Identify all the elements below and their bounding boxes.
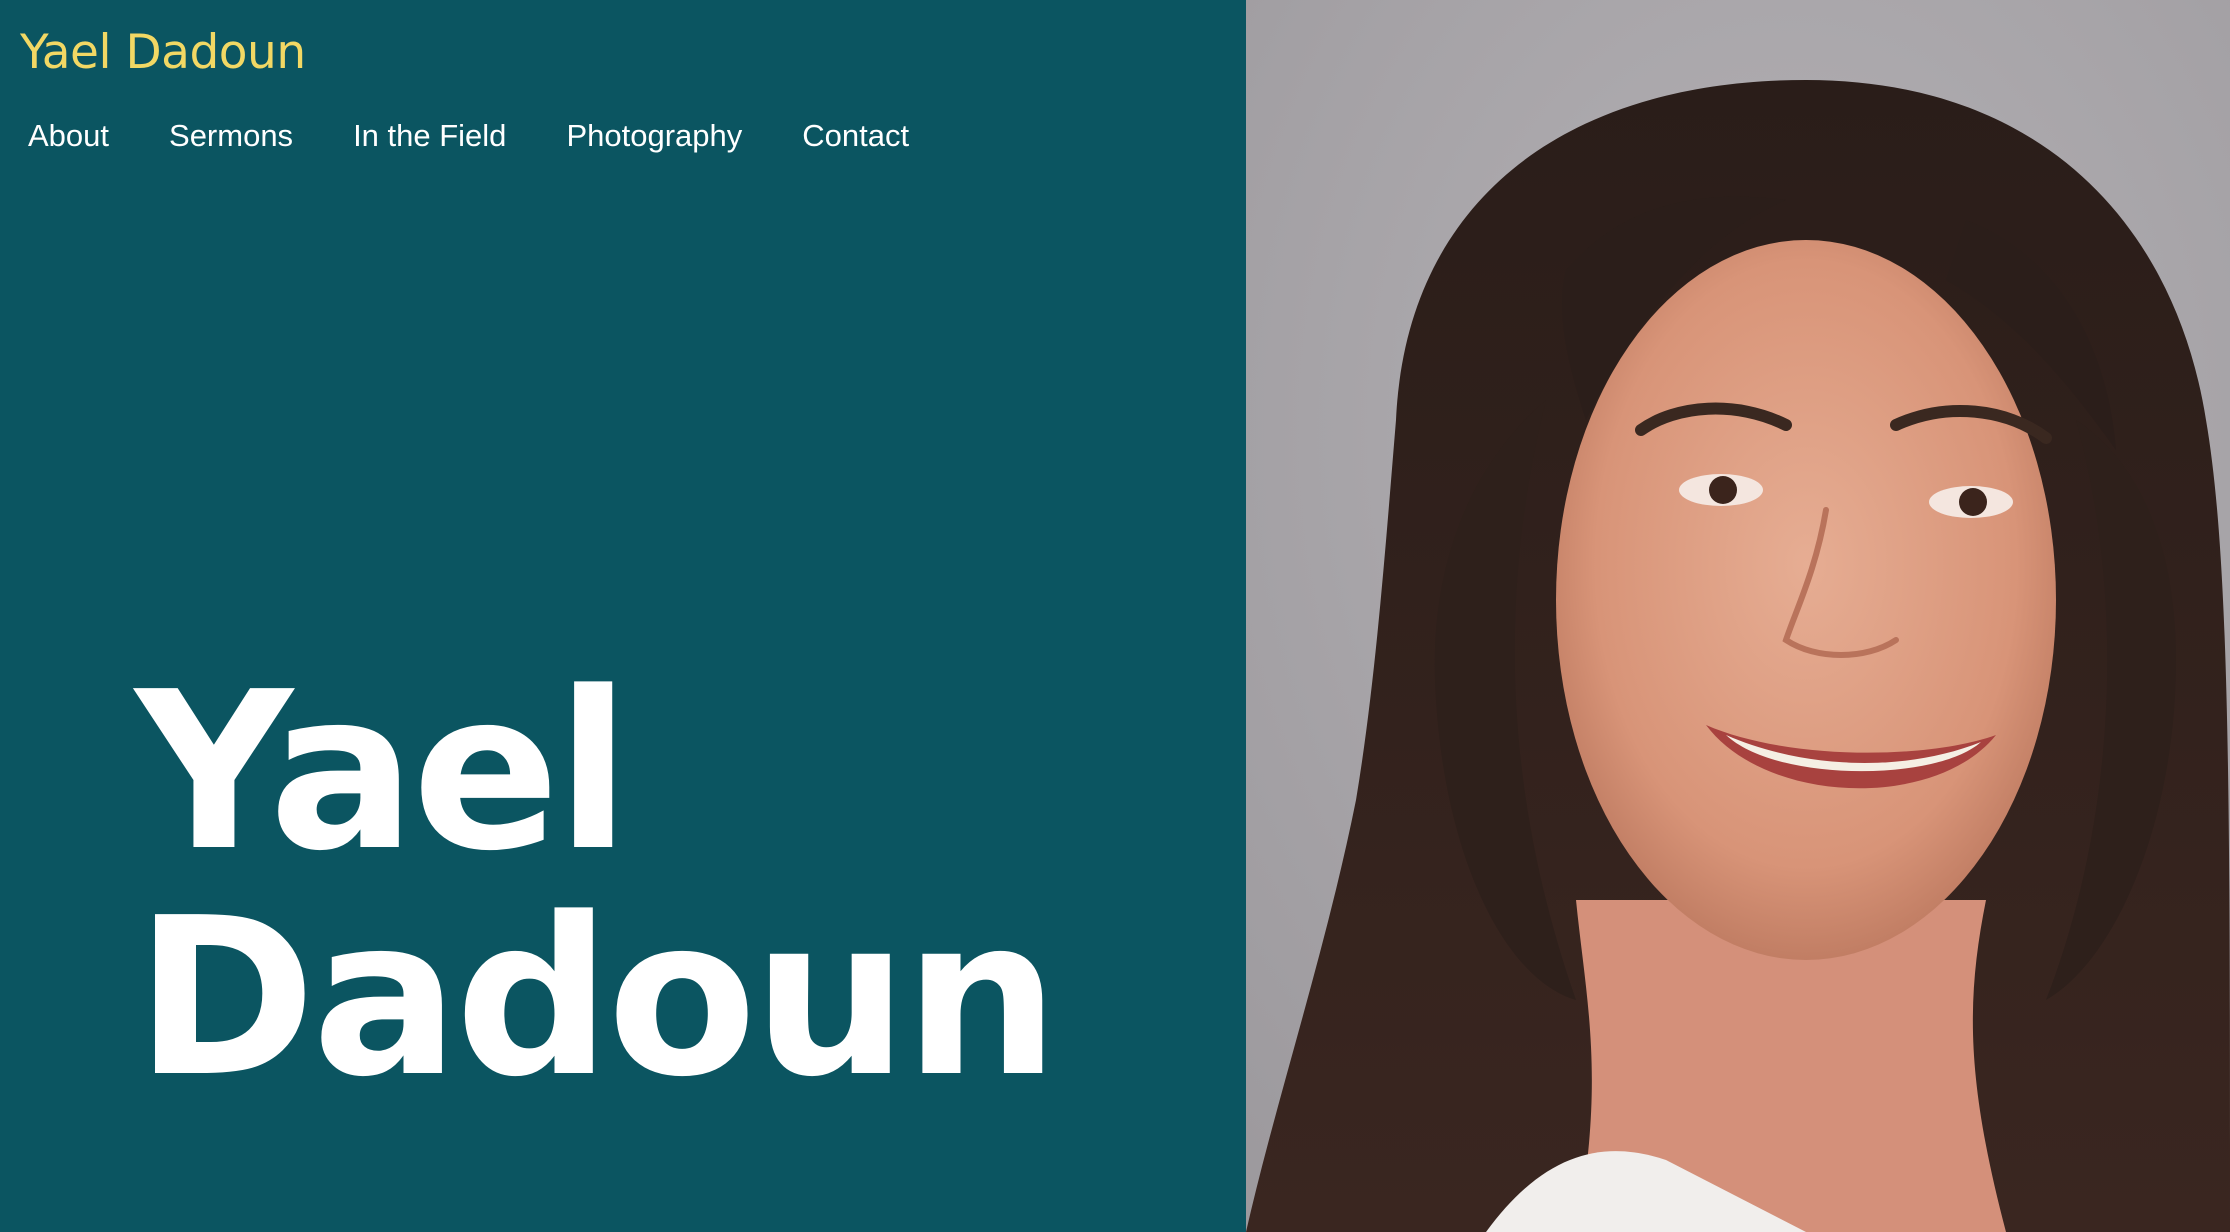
nav-item-about[interactable]: About (28, 114, 109, 158)
hero-name-first: Yael (135, 646, 631, 899)
nav-item-contact[interactable]: Contact (802, 114, 909, 158)
hero-name-last: Dadoun (135, 872, 1059, 1125)
portrait-image (1246, 0, 2230, 1232)
site-title-link[interactable]: Yael Dadoun (20, 22, 306, 84)
nav-item-in-the-field[interactable]: In the Field (353, 114, 506, 158)
page: Yael Dadoun About Sermons In the Field P… (0, 0, 2230, 1232)
intro-panel: Yael Dadoun About Sermons In the Field P… (0, 0, 1246, 1232)
nav-item-sermons[interactable]: Sermons (169, 114, 293, 158)
main-nav: About Sermons In the Field Photography C… (28, 114, 969, 158)
hero-heading: Yael Dadoun (135, 646, 1059, 1125)
nav-item-photography[interactable]: Photography (566, 114, 742, 158)
portrait-photo (1246, 0, 2230, 1232)
